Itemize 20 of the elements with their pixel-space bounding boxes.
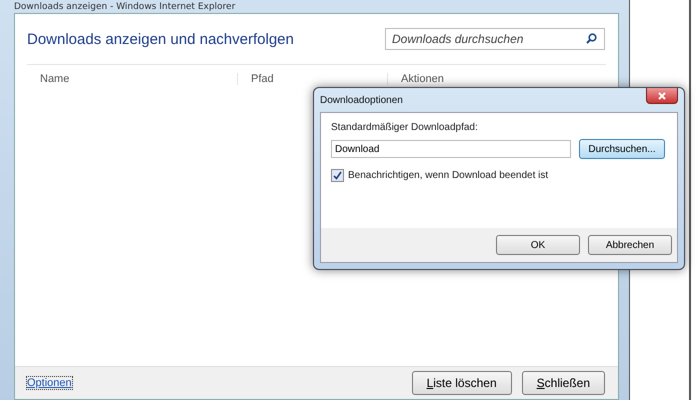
ok-button[interactable]: OK [496,235,580,255]
column-header[interactable]: Name [27,73,237,85]
window-title: Downloads anzeigen - Windows Internet Explorer [14,2,236,12]
column-header[interactable]: Aktionen [387,73,606,85]
close-button[interactable]: Schließen [522,371,605,395]
search-field[interactable]: Downloads durchsuchen [385,28,605,50]
search-icon[interactable] [586,33,597,44]
notify-checkbox[interactable] [331,169,344,182]
close-icon [658,92,666,100]
dialog-title: Downloadoptionen [320,94,403,106]
column-header[interactable]: Pfad [237,73,387,85]
page-heading: Downloads anzeigen und nachverfolgen [27,30,294,48]
path-field[interactable]: Download [331,140,571,158]
browse-button[interactable]: Durchsuchen... [579,139,665,159]
path-label: Standardmäßiger Downloadpfad: [331,122,479,133]
close-button[interactable] [646,88,678,104]
clear-list-button[interactable]: Liste löschen [412,371,512,395]
cancel-button[interactable]: Abbrechen [588,235,672,255]
notify-label: Benachrichtigen, wenn Download beendet ist [348,170,548,181]
options-link[interactable]: Optionen [27,377,72,389]
